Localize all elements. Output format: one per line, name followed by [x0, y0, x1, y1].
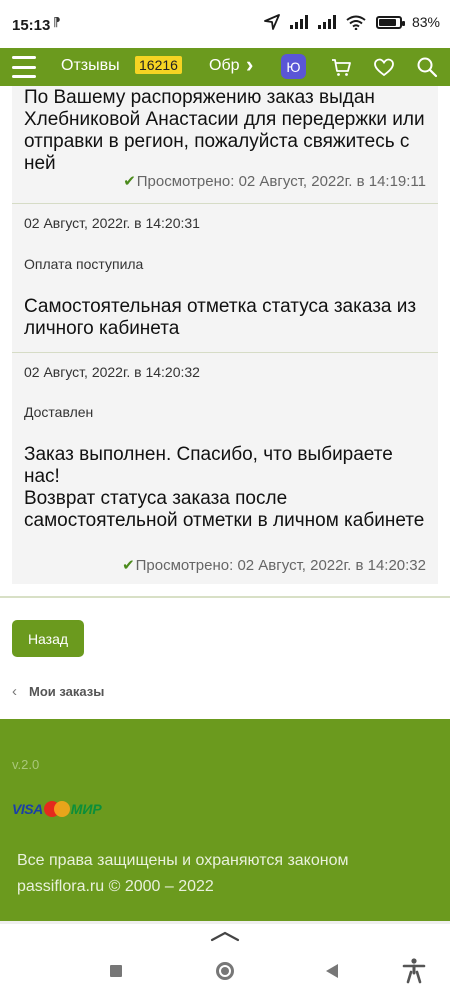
menu-icon[interactable] [12, 56, 36, 78]
mir-logo: МИР [70, 801, 102, 817]
history-status: Доставлен [24, 404, 94, 420]
history-entry: 02 Август, 2022г. в 14:20:31 Оплата пост… [12, 204, 438, 352]
navigation-arrow-icon [264, 14, 280, 30]
cart-icon[interactable] [330, 56, 352, 78]
check-icon: ✔ [123, 173, 136, 190]
battery-percent: 83% [411, 14, 440, 30]
history-message-line: Возврат статуса заказа после самостоятел… [24, 488, 425, 531]
top-navbar: Отзывы 16216 Обр › Ю [0, 48, 450, 86]
history-message-line: Заказ выполнен. Спасибо, что выбираете н… [24, 444, 393, 487]
chevron-left-icon: ‹ [12, 683, 17, 700]
status-icons: 83% [264, 14, 440, 30]
check-icon: ✔ [122, 557, 135, 574]
nav-next-link[interactable]: Обр [209, 57, 240, 75]
mastercard-logo [43, 801, 70, 817]
status-time: 15:13 [12, 17, 51, 34]
wifi-icon [346, 15, 366, 30]
visa-logo: VISA [12, 801, 43, 817]
site-footer: v.2.0 VISA МИР Все права защищены и охра… [0, 719, 450, 921]
history-status: Оплата поступила [24, 256, 144, 272]
back-triangle-icon[interactable] [326, 964, 338, 978]
viewed-timestamp: ✔Просмотрено: 02 Август, 2022г. в 14:20:… [122, 557, 426, 574]
viewed-timestamp: ✔Просмотрено: 02 Август, 2022г. в 14:19:… [123, 173, 426, 190]
history-entry: 02 Август, 2022г. в 14:20:32 Доставлен З… [12, 353, 438, 584]
system-nav-bar [0, 921, 450, 1000]
copyright-line: Все права защищены и охраняются законом [17, 852, 349, 869]
back-button[interactable]: Назад [12, 620, 84, 657]
history-message: Заказ выполнен. Спасибо, что выбираете н… [24, 444, 426, 532]
caret-up-icon[interactable] [210, 929, 240, 943]
payment-logos: VISA МИР [12, 799, 102, 819]
signal-2-icon [317, 15, 336, 29]
divider [0, 921, 450, 924]
status-bar: 15:13 ⁋ 83% [0, 0, 450, 48]
avatar[interactable]: Ю [281, 54, 306, 79]
history-entry: По Вашему распоряжению заказ выдан Хлебн… [12, 86, 438, 203]
signal-1-icon [289, 15, 308, 29]
accessibility-icon[interactable] [402, 958, 426, 984]
location-pin-icon: ⁋ [53, 15, 61, 29]
battery-icon [375, 15, 405, 29]
chevron-right-icon[interactable]: › [246, 52, 253, 78]
breadcrumb-my-orders[interactable]: Мои заказы [29, 684, 104, 699]
reviews-count-badge: 16216 [135, 56, 182, 74]
version-label: v.2.0 [12, 757, 40, 772]
recents-icon[interactable] [110, 965, 122, 977]
section-divider [0, 596, 450, 598]
history-date: 02 Август, 2022г. в 14:20:32 [24, 364, 200, 380]
history-date: 02 Август, 2022г. в 14:20:31 [24, 215, 200, 231]
copyright-line: passiflora.ru © 2000 – 2022 [17, 878, 214, 895]
history-message: Самостоятельная отметка статуса заказа и… [24, 296, 417, 339]
home-icon[interactable] [216, 962, 234, 980]
copyright: Все права защищены и охраняются законом … [17, 848, 349, 900]
order-history: По Вашему распоряжению заказ выдан Хлебн… [12, 86, 438, 584]
nav-reviews-link[interactable]: Отзывы [61, 57, 120, 75]
history-message: По Вашему распоряжению заказ выдан Хлебн… [24, 87, 425, 174]
breadcrumb[interactable]: ‹ Мои заказы [12, 683, 104, 700]
heart-icon[interactable] [373, 56, 395, 78]
search-icon[interactable] [416, 56, 438, 78]
